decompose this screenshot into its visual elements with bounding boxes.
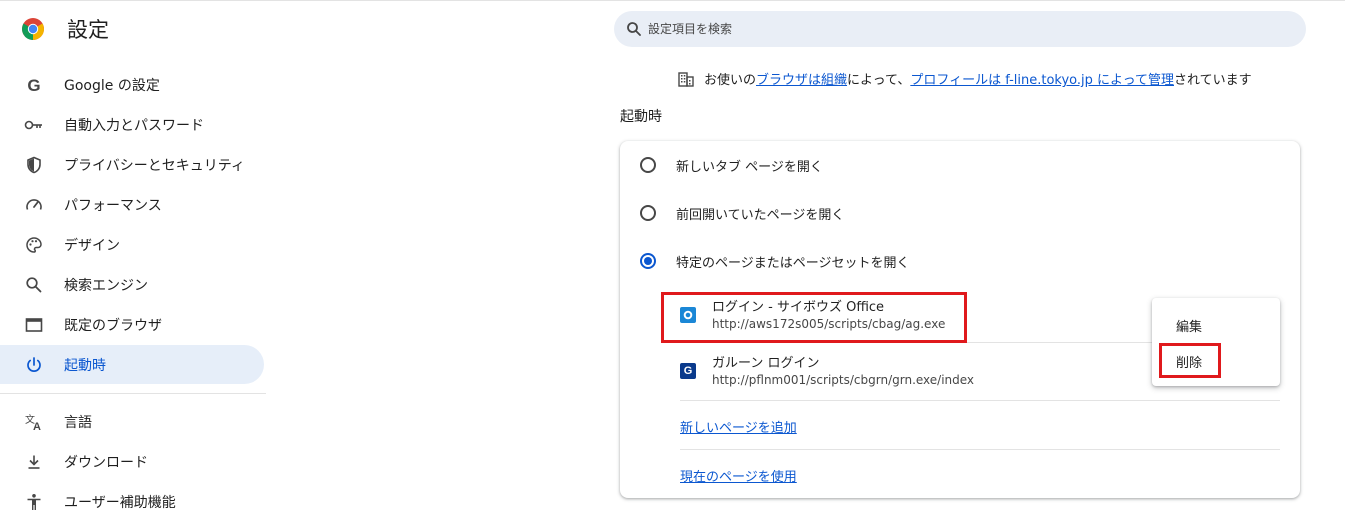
download-icon [24,452,44,472]
power-icon [24,355,44,375]
palette-icon [24,235,44,255]
garoon-g-icon: G [680,363,696,379]
sidebar-item-downloads[interactable]: ダウンロード [0,442,264,481]
sidebar-item-performance[interactable]: パフォーマンス [0,185,264,224]
profile-managed-link[interactable]: プロフィールは f-line.tokyo.jp によって管理 [910,69,1174,88]
managed-notice: お使いの ブラウザは組織 によって、 プロフィールは f-line.tokyo.jp … [678,69,1252,88]
sidebar-item-privacy[interactable]: プライバシーとセキュリティ [0,145,264,184]
sidebar-item-label: プライバシーとセキュリティ [64,157,245,174]
add-new-page-link[interactable]: 新しいページを追加 [680,417,797,436]
google-g-icon: G [24,75,44,95]
row-divider [680,449,1280,450]
sidebar-item-accessibility[interactable]: ユーザー補助機能 [0,482,264,521]
radio-option-continue[interactable]: 前回開いていたページを開く [620,189,1300,237]
chrome-logo-icon [22,18,44,40]
radio-button[interactable] [640,157,656,173]
startup-page-title: ガルーン ログイン [712,356,820,371]
shield-icon [24,155,44,175]
managed-prefix: お使いの [704,73,757,88]
radio-button[interactable] [640,205,656,221]
building-icon [678,71,694,87]
sidebar-item-label: デザイン [64,237,120,254]
key-icon [24,115,44,135]
svg-text:G: G [27,76,40,94]
sidebar-item-google[interactable]: G Google の設定 [0,65,264,104]
sidebar-item-on-startup[interactable]: 起動時 [0,345,264,384]
sidebar-item-label: パフォーマンス [64,197,162,214]
menu-item-edit[interactable]: 編集 [1176,316,1202,335]
row-divider [680,400,1280,401]
sidebar-item-label: 既定のブラウザ [64,317,162,334]
sidebar-item-search-engine[interactable]: 検索エンジン [0,265,264,304]
translate-icon: 文A [24,412,44,432]
sidebar-divider [0,393,266,394]
sidebar-item-default-browser[interactable]: 既定のブラウザ [0,305,264,344]
sidebar-item-autofill[interactable]: 自動入力とパスワード [0,105,264,144]
sidebar-item-design[interactable]: デザイン [0,225,264,264]
sidebar-item-label: Google の設定 [64,77,160,94]
page-title: 設定 [67,18,109,42]
managed-middle: によって、 [847,73,911,88]
settings-search-box[interactable] [614,11,1306,47]
sidebar-item-label: 言語 [64,414,92,431]
sidebar-item-label: ユーザー補助機能 [64,494,176,511]
accessibility-icon [24,492,44,512]
radio-label: 前回開いていたページを開く [676,207,845,223]
sidebar-item-label: 自動入力とパスワード [64,117,204,134]
highlight-box [1159,343,1221,378]
search-icon [627,22,641,36]
browser-managed-link[interactable]: ブラウザは組織 [756,69,847,88]
radio-label: 特定のページまたはページセットを開く [676,255,910,271]
radio-option-specific-pages[interactable]: 特定のページまたはページセットを開く [620,237,1300,285]
sidebar-item-label: 検索エンジン [64,277,148,294]
top-border [0,0,1345,1]
use-current-pages-link[interactable]: 現在のページを使用 [680,466,797,485]
search-input[interactable] [648,22,1248,36]
search-icon [24,275,44,295]
radio-option-new-tab[interactable]: 新しいタブ ページを開く [620,141,1300,189]
sidebar-item-label: ダウンロード [64,454,148,471]
sidebar-item-languages[interactable]: 文A 言語 [0,402,264,441]
speedometer-icon [24,195,44,215]
managed-suffix: されています [1174,73,1252,88]
radio-button-checked[interactable] [640,253,656,269]
svg-text:A: A [33,421,41,432]
sidebar-item-label: 起動時 [64,357,106,374]
highlight-box [661,292,967,343]
section-title: 起動時 [620,109,662,125]
startup-page-url: http://pflnm001/scripts/cbgrn/grn.exe/in… [712,373,975,387]
browser-window-icon [24,315,44,335]
radio-label: 新しいタブ ページを開く [676,159,823,175]
